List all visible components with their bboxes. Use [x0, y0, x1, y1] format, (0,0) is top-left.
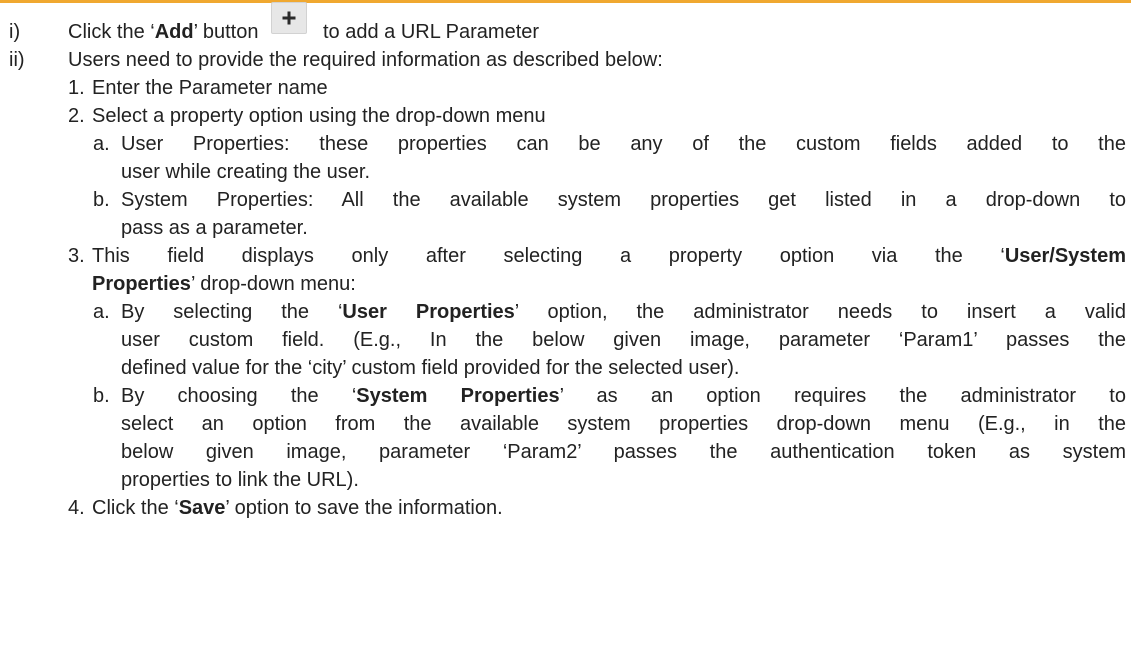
item-text-part: Click the ‘ [92, 497, 179, 519]
step-text: Users need to provide the required infor… [68, 49, 663, 71]
step-text: Click the ‘ [68, 21, 155, 43]
accent-rule [0, 0, 1131, 3]
step-marker: ii) [9, 49, 25, 71]
properties-label: Properties [92, 273, 191, 295]
item-text: Click the ‘Save’ option to save the info… [92, 495, 503, 521]
subitem-text: user custom field. (E.g., In the below g… [121, 329, 1126, 351]
subitem-text: pass as a parameter. [121, 217, 308, 239]
add-button[interactable] [271, 2, 307, 34]
item-text-part: ’ drop-down menu: [190, 273, 356, 295]
save-label: Save [178, 497, 226, 519]
subitem-text-part: By selecting the ‘ [121, 301, 343, 323]
user-system-label: User/System [1004, 245, 1126, 267]
subitem-text: select an option from the available syst… [121, 413, 1126, 435]
subitem-marker: b. [93, 189, 110, 211]
subitem-text-part: By choosing the ‘ [121, 385, 357, 407]
subitem-text: System Properties: All the available sys… [121, 189, 1126, 211]
subitem-marker: a. [93, 133, 110, 155]
plus-icon [282, 11, 296, 25]
subitem-text: properties to link the URL). [121, 469, 359, 491]
item-text: Properties’ drop-down menu: [92, 271, 356, 297]
subitem-text: defined value for the ‘city’ custom fiel… [121, 357, 740, 379]
item-marker: 1. [68, 77, 85, 99]
item-text-part: This field displays only after selecting… [92, 245, 1005, 267]
user-properties-label: User Properties [342, 301, 515, 323]
subitem-marker: b. [93, 385, 110, 407]
step-marker: i) [9, 21, 21, 43]
subitem-text: below given image, parameter ‘Param2’ pa… [121, 441, 1126, 463]
step-text: ’ button [193, 21, 259, 43]
subitem-marker: a. [93, 301, 110, 323]
item-marker: 2. [68, 105, 85, 127]
subitem-text-part: ’ option, the administrator needs to ins… [514, 301, 1126, 323]
step-add-instruction: Click the ‘Add’ button [68, 19, 258, 45]
subitem-text: user while creating the user. [121, 161, 371, 183]
item-text: Enter the Parameter name [92, 77, 328, 99]
step-text: to add a URL Parameter [323, 21, 540, 43]
subitem-text: User Properties: these properties can be… [121, 133, 1126, 155]
subitem-text: By selecting the ‘User Properties’ optio… [121, 299, 1126, 325]
add-label: Add [154, 21, 194, 43]
item-text-part: ’ option to save the information. [225, 497, 503, 519]
subitem-text: By choosing the ‘System Properties’ as a… [121, 383, 1126, 409]
subitem-text-part: ’ as an option requires the administrato… [559, 385, 1126, 407]
item-marker: 3. [68, 245, 85, 267]
system-properties-label: System Properties [356, 385, 560, 407]
item-text: This field displays only after selecting… [92, 243, 1126, 269]
item-text: Select a property option using the drop-… [92, 105, 546, 127]
item-marker: 4. [68, 497, 85, 519]
